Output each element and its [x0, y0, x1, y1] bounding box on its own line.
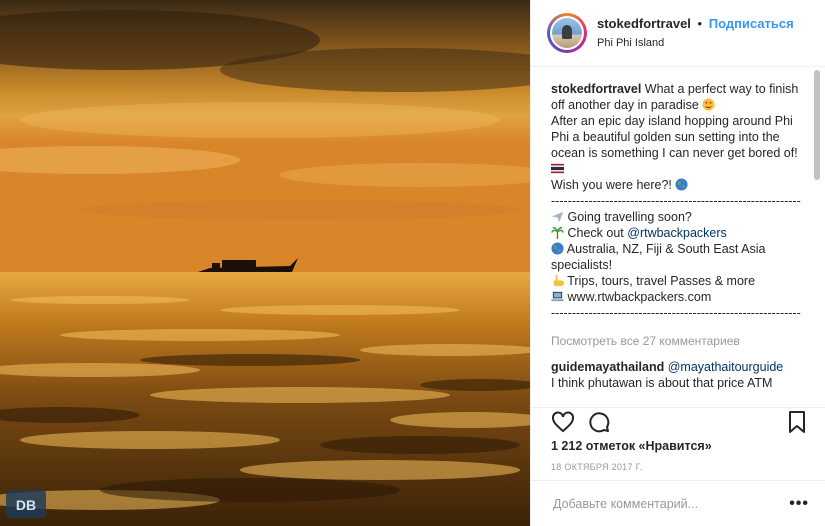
comment-icon[interactable] [587, 410, 611, 434]
caption-text-3: Wish you were here?! [551, 178, 672, 192]
post-sidebar: stokedfortravel • Подписаться Phi Phi Is… [530, 0, 825, 526]
instagram-post: DB stokedfortravel • Подписаться Phi Phi… [0, 0, 825, 526]
caption-checkout: Check out [567, 226, 624, 240]
more-options-icon[interactable]: ••• [789, 495, 809, 513]
heart-icon[interactable] [551, 410, 575, 434]
header-username[interactable]: stokedfortravel [597, 16, 691, 31]
comments-area[interactable]: stokedfortravel What a perfect way to fi… [531, 67, 825, 407]
heart-eyes-emoji-icon [702, 98, 715, 111]
sunset-ocean-image [0, 0, 530, 526]
caption-username[interactable]: stokedfortravel [551, 82, 641, 96]
post-date: 18 ОКТЯБРЯ 2017 Г. [551, 462, 643, 472]
comment-username[interactable]: guidemayathailand [551, 360, 664, 374]
palm-tree-icon [551, 226, 564, 239]
thailand-flag-icon [551, 163, 564, 174]
svg-text:DB: DB [16, 497, 36, 513]
follow-button[interactable]: Подписаться [709, 16, 794, 31]
caption: stokedfortravel What a perfect way to fi… [551, 81, 809, 321]
caption-web: www.rtwbackpackers.com [567, 290, 712, 304]
post-photo[interactable]: DB [0, 0, 530, 526]
location-link[interactable]: Phi Phi Island [597, 35, 794, 51]
view-all-comments-link[interactable]: Посмотреть все 27 комментариев [551, 333, 809, 349]
comment-text: I think phutawan is about that price ATM [551, 376, 773, 390]
avatar[interactable] [547, 13, 587, 53]
airplane-icon [551, 211, 564, 223]
caption-regions: Australia, NZ, Fiji & South East Asia sp… [551, 242, 766, 272]
divider-1: ----------------------------------------… [551, 194, 801, 208]
action-bar [531, 407, 825, 435]
add-comment-bar: ••• [531, 480, 825, 526]
laptop-icon [551, 291, 564, 302]
watermark-logo: DB [6, 490, 50, 520]
globe-icon-2 [551, 242, 564, 255]
comment-item: guidemayathailand @mayathaitourguide I t… [551, 359, 809, 391]
caption-text-2: After an epic day island hopping around … [551, 114, 798, 160]
globe-icon [675, 178, 688, 191]
bookmark-icon[interactable] [785, 410, 809, 434]
comment-mention[interactable]: @mayathaitourguide [668, 360, 784, 374]
pointing-hand-icon [553, 274, 564, 287]
header-separator: • [697, 15, 703, 31]
mention-rtwbackpackers[interactable]: @rtwbackpackers [627, 226, 727, 240]
caption-trips: Trips, tours, travel Passes & more [567, 274, 756, 288]
divider-2: ----------------------------------------… [551, 306, 801, 320]
caption-going: Going travelling soon? [567, 210, 692, 224]
add-comment-input[interactable] [551, 495, 790, 512]
likes-count[interactable]: 1 212 отметок «Нравится» [551, 439, 712, 453]
post-header: stokedfortravel • Подписаться Phi Phi Is… [531, 0, 825, 67]
comments-scrollbar[interactable] [814, 70, 820, 180]
